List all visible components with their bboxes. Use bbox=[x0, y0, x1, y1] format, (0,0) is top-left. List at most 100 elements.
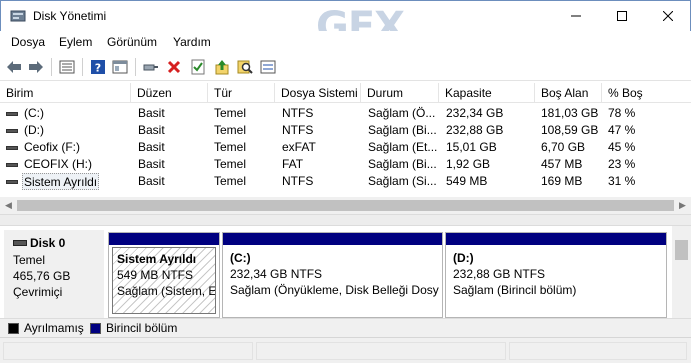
volume-name: Ceofix (F:) bbox=[24, 140, 81, 154]
partition-body: (D:) 232,88 GB NTFS Sağlam (Birincil böl… bbox=[449, 247, 663, 314]
check-button[interactable] bbox=[189, 58, 207, 76]
scroll-left-icon[interactable]: ◀ bbox=[0, 197, 17, 214]
partition-size: 232,34 GB NTFS bbox=[230, 267, 323, 281]
column-header-durum[interactable]: Durum bbox=[361, 83, 439, 103]
volume-drive-icon bbox=[6, 146, 18, 150]
menu-gorunum[interactable]: Görünüm bbox=[107, 35, 157, 49]
menu-dosya[interactable]: Dosya bbox=[11, 35, 45, 49]
status-segment bbox=[256, 342, 506, 360]
svg-text:?: ? bbox=[95, 62, 101, 75]
forward-arrow-icon bbox=[29, 61, 43, 73]
volume-status: Sağlam (Et... bbox=[368, 140, 438, 154]
primary-partition-bar bbox=[446, 233, 666, 245]
toolbar: ? bbox=[0, 53, 691, 81]
disk-info-panel[interactable]: Disk 0 Temel 465,76 GB Çevrimiçi bbox=[4, 230, 104, 318]
column-header-duzen[interactable]: Düzen bbox=[131, 83, 208, 103]
help-button[interactable]: ? bbox=[89, 58, 107, 76]
volume-drive-icon bbox=[6, 129, 18, 133]
legend-primary-swatch bbox=[90, 323, 101, 334]
toolbar-separator bbox=[51, 58, 52, 76]
volume-type: Temel bbox=[214, 106, 247, 120]
column-header-yuzde-bos[interactable]: % Boş bbox=[602, 83, 691, 103]
volume-type: Temel bbox=[214, 157, 247, 171]
settings-panel-icon bbox=[260, 60, 276, 74]
volume-free-space: 169 MB bbox=[541, 174, 583, 188]
volume-type: Temel bbox=[214, 140, 247, 154]
scroll-right-icon[interactable]: ▶ bbox=[674, 197, 691, 214]
column-header-tur[interactable]: Tür bbox=[208, 83, 275, 103]
volume-free-percent: 31 % bbox=[608, 174, 636, 188]
search-button[interactable] bbox=[236, 58, 254, 76]
partition-body: (C:) 232,34 GB NTFS Sağlam (Önyükleme, D… bbox=[226, 247, 439, 314]
minimize-button[interactable] bbox=[553, 1, 599, 31]
volume-filesystem: NTFS bbox=[282, 123, 314, 137]
volume-free-space: 457 MB bbox=[541, 157, 583, 171]
console-tree-button[interactable] bbox=[111, 58, 129, 76]
volume-filesystem: FAT bbox=[282, 157, 304, 171]
scrollbar-thumb[interactable] bbox=[675, 240, 688, 260]
volume-layout: Basit bbox=[138, 157, 165, 171]
horizontal-scrollbar[interactable]: ◀ ▶ bbox=[0, 197, 691, 214]
delete-button[interactable] bbox=[165, 58, 183, 76]
volume-layout: Basit bbox=[138, 123, 165, 137]
volume-free-percent: 23 % bbox=[608, 157, 636, 171]
maximize-button[interactable] bbox=[599, 1, 645, 31]
partition-d[interactable]: (D:) 232,88 GB NTFS Sağlam (Birincil böl… bbox=[445, 232, 667, 318]
volume-drive-icon bbox=[6, 180, 18, 184]
settings-panel-button[interactable] bbox=[259, 58, 277, 76]
column-header-kapasite[interactable]: Kapasite bbox=[439, 83, 535, 103]
partition-system-reserved[interactable]: Sistem Ayrıldı 549 MB NTFS Sağlam (Siste… bbox=[108, 232, 220, 318]
volume-row[interactable]: Ceofix (F:) Basit Temel exFAT Sağlam (Et… bbox=[0, 139, 691, 156]
vertical-scrollbar[interactable] bbox=[672, 226, 691, 318]
volume-layout: Basit bbox=[138, 174, 165, 188]
disk-management-app-icon bbox=[10, 10, 26, 22]
partition-size: 232,88 GB NTFS bbox=[453, 267, 546, 281]
volume-row-selected[interactable]: Sistem Ayrıldı Basit Temel NTFS Sağlam (… bbox=[0, 173, 691, 190]
volume-drive-icon bbox=[6, 112, 18, 116]
volume-capacity: 232,88 GB bbox=[446, 123, 504, 137]
volume-name: (D:) bbox=[24, 123, 44, 137]
legend: Ayrılmamış Birincil bölüm bbox=[0, 318, 691, 337]
minimize-icon bbox=[571, 15, 581, 17]
legend-unallocated-label: Ayrılmamış bbox=[24, 321, 84, 335]
column-header-dosya-sistemi[interactable]: Dosya Sistemi bbox=[275, 83, 361, 103]
back-button[interactable] bbox=[5, 58, 23, 76]
scrollbar-thumb[interactable] bbox=[17, 200, 674, 211]
volume-capacity: 232,34 GB bbox=[446, 106, 504, 120]
partition-c[interactable]: (C:) 232,34 GB NTFS Sağlam (Önyükleme, D… bbox=[222, 232, 443, 318]
partition-size: 549 MB NTFS bbox=[117, 268, 194, 282]
delete-icon bbox=[167, 60, 181, 74]
partition-status: Sağlam (Birincil bölüm) bbox=[453, 283, 577, 297]
volume-list: Birim Düzen Tür Dosya Sistemi Durum Kapa… bbox=[0, 83, 691, 214]
connect-button[interactable] bbox=[142, 58, 160, 76]
status-segment bbox=[3, 342, 253, 360]
pane-splitter[interactable] bbox=[0, 214, 691, 226]
forward-button[interactable] bbox=[27, 58, 45, 76]
disk-type: Temel bbox=[13, 253, 46, 267]
volume-capacity: 549 MB bbox=[446, 174, 488, 188]
volume-row[interactable]: CEOFIX (H:) Basit Temel FAT Sağlam (Bi..… bbox=[0, 156, 691, 173]
column-header-bos-alan[interactable]: Boş Alan bbox=[535, 83, 602, 103]
volume-filesystem: exFAT bbox=[282, 140, 316, 154]
upload-button[interactable] bbox=[213, 58, 231, 76]
volume-row[interactable]: (D:) Basit Temel NTFS Sağlam (Bi... 232,… bbox=[0, 122, 691, 139]
close-button[interactable] bbox=[645, 1, 691, 31]
properties-list-button[interactable] bbox=[58, 58, 76, 76]
menu-yardim[interactable]: Yardım bbox=[173, 35, 211, 49]
menu-eylem[interactable]: Eylem bbox=[59, 35, 92, 49]
partition-title: (C:) bbox=[230, 251, 251, 265]
upload-icon bbox=[215, 60, 229, 75]
column-header-birim[interactable]: Birim bbox=[0, 83, 131, 103]
partition-status: Sağlam (Sistem, Et bbox=[117, 284, 216, 298]
volume-status: Sağlam (Si... bbox=[368, 174, 437, 188]
disk-status: Çevrimiçi bbox=[13, 285, 63, 299]
primary-partition-bar bbox=[109, 233, 219, 245]
partition-body: Sistem Ayrıldı 549 MB NTFS Sağlam (Siste… bbox=[112, 247, 216, 314]
disk-graphical-view: Disk 0 Temel 465,76 GB Çevrimiçi Sistem … bbox=[0, 226, 691, 318]
volume-row[interactable]: (C:) Basit Temel NTFS Sağlam (Ö... 232,3… bbox=[0, 105, 691, 122]
console-tree-icon bbox=[112, 60, 128, 74]
volume-drive-icon bbox=[6, 163, 18, 167]
volume-free-percent: 45 % bbox=[608, 140, 636, 154]
volume-type: Temel bbox=[214, 123, 247, 137]
status-segment bbox=[509, 342, 687, 360]
